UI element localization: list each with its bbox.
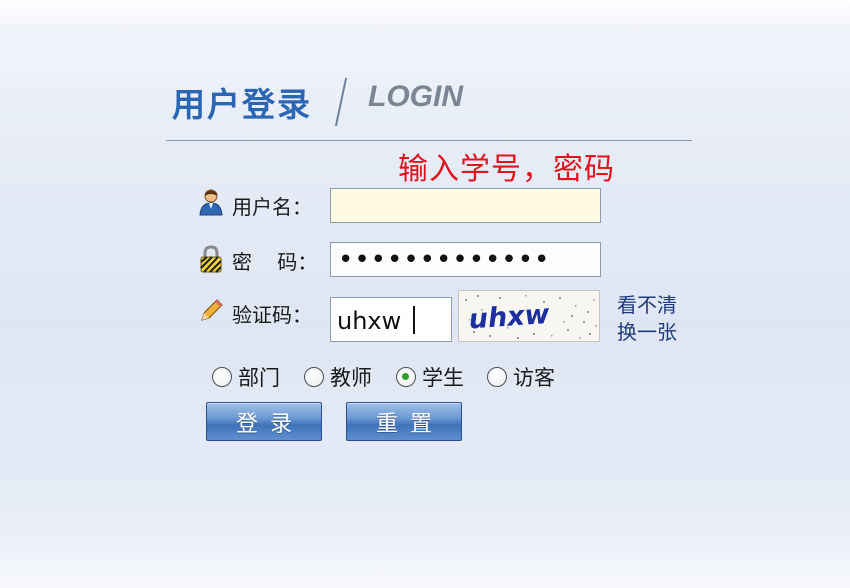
role-label: 访客 bbox=[513, 366, 555, 390]
window-top-band bbox=[0, 0, 850, 52]
text-caret bbox=[413, 306, 415, 334]
role-label: 教师 bbox=[330, 366, 372, 390]
title-underline bbox=[166, 140, 692, 141]
instruction-hint: 输入学号，密码 bbox=[398, 152, 615, 187]
captcha-value: uhxw bbox=[337, 307, 402, 335]
radio-icon bbox=[487, 367, 507, 387]
password-input[interactable]: ••••••••••••• bbox=[330, 242, 601, 277]
refresh-line-2: 换一张 bbox=[617, 320, 677, 344]
captcha-input[interactable]: uhxw bbox=[330, 297, 452, 342]
reset-button[interactable]: 重置 bbox=[346, 402, 462, 441]
window-bottom-band bbox=[0, 548, 850, 588]
role-label: 学生 bbox=[422, 366, 464, 390]
role-radio-department[interactable]: 部门 bbox=[212, 364, 280, 390]
captcha-image[interactable]: uhxw bbox=[458, 290, 600, 342]
lock-icon bbox=[198, 244, 224, 273]
password-label: 密 码： bbox=[232, 250, 318, 274]
page-title: 用户登录 bbox=[172, 85, 312, 124]
radio-icon bbox=[304, 367, 324, 387]
refresh-line-1: 看不清 bbox=[617, 293, 677, 317]
login-button[interactable]: 登录 bbox=[206, 402, 322, 441]
role-radio-student[interactable]: 学生 bbox=[396, 364, 464, 390]
pencil-icon bbox=[198, 296, 224, 322]
username-label: 用户名： bbox=[232, 195, 312, 219]
page-title-en: LOGIN bbox=[368, 80, 463, 113]
radio-icon bbox=[212, 367, 232, 387]
role-radio-visitor[interactable]: 访客 bbox=[487, 364, 555, 390]
captcha-image-text: uhxw bbox=[468, 299, 552, 336]
username-input[interactable] bbox=[330, 188, 601, 223]
password-value: ••••••••••••• bbox=[338, 245, 551, 275]
user-icon bbox=[198, 188, 224, 216]
role-label: 部门 bbox=[238, 366, 280, 390]
role-radio-teacher[interactable]: 教师 bbox=[304, 364, 372, 390]
captcha-refresh-link[interactable]: 看不清 换一张 bbox=[617, 292, 677, 346]
radio-checked-icon bbox=[396, 367, 416, 387]
captcha-label: 验证码： bbox=[232, 303, 312, 327]
title-divider bbox=[334, 78, 348, 126]
